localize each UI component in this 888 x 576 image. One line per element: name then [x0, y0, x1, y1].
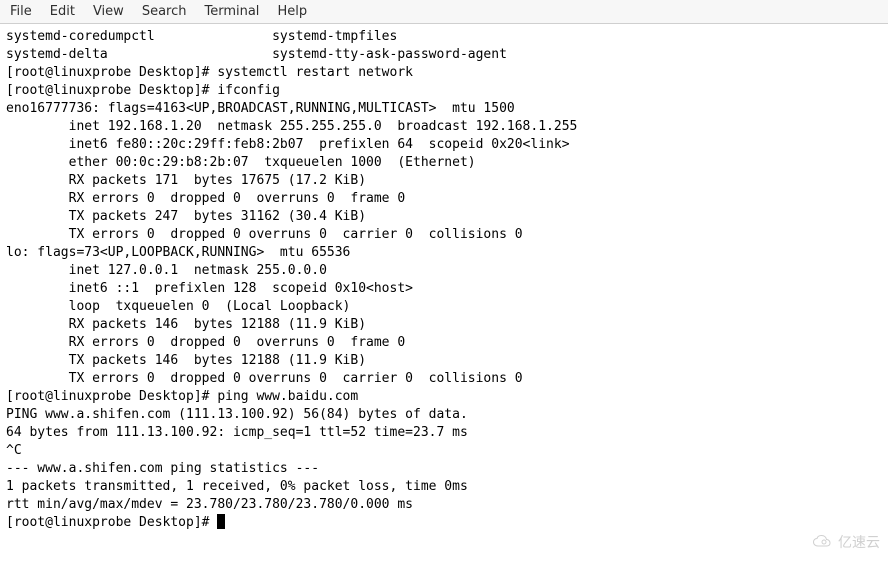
watermark-text: 亿速云 — [838, 532, 880, 552]
menu-help[interactable]: Help — [277, 4, 307, 19]
terminal-line: lo: flags=73<UP,LOOPBACK,RUNNING> mtu 65… — [6, 244, 882, 262]
menu-edit[interactable]: Edit — [50, 4, 75, 19]
terminal-line: ^C — [6, 442, 882, 460]
terminal-line: --- www.a.shifen.com ping statistics --- — [6, 460, 882, 478]
terminal-line: RX packets 171 bytes 17675 (17.2 KiB) — [6, 172, 882, 190]
terminal-line: loop txqueuelen 0 (Local Loopback) — [6, 298, 882, 316]
terminal-line: TX errors 0 dropped 0 overruns 0 carrier… — [6, 370, 882, 388]
terminal-line: ether 00:0c:29:b8:2b:07 txqueuelen 1000 … — [6, 154, 882, 172]
terminal-line: systemd-coredumpctl systemd-tmpfiles — [6, 28, 882, 46]
terminal-line: rtt min/avg/max/mdev = 23.780/23.780/23.… — [6, 496, 882, 514]
menu-terminal[interactable]: Terminal — [204, 4, 259, 19]
menu-file[interactable]: File — [10, 4, 32, 19]
terminal-line: TX packets 146 bytes 12188 (11.9 KiB) — [6, 352, 882, 370]
terminal-line: systemd-delta systemd-tty-ask-password-a… — [6, 46, 882, 64]
terminal-line: inet 127.0.0.1 netmask 255.0.0.0 — [6, 262, 882, 280]
terminal-line: RX errors 0 dropped 0 overruns 0 frame 0 — [6, 334, 882, 352]
menu-search[interactable]: Search — [142, 4, 187, 19]
terminal-line: eno16777736: flags=4163<UP,BROADCAST,RUN… — [6, 100, 882, 118]
terminal-line: 1 packets transmitted, 1 received, 0% pa… — [6, 478, 882, 496]
cloud-icon — [812, 535, 834, 549]
terminal-line: TX packets 247 bytes 31162 (30.4 KiB) — [6, 208, 882, 226]
terminal-cursor — [217, 514, 225, 529]
terminal-line: inet6 ::1 prefixlen 128 scopeid 0x10<hos… — [6, 280, 882, 298]
terminal-line: inet6 fe80::20c:29ff:feb8:2b07 prefixlen… — [6, 136, 882, 154]
terminal-line: PING www.a.shifen.com (111.13.100.92) 56… — [6, 406, 882, 424]
terminal-line: RX errors 0 dropped 0 overruns 0 frame 0 — [6, 190, 882, 208]
terminal-line: [root@linuxprobe Desktop]# systemctl res… — [6, 64, 882, 82]
terminal-line: RX packets 146 bytes 12188 (11.9 KiB) — [6, 316, 882, 334]
terminal-prompt: [root@linuxprobe Desktop]# — [6, 515, 217, 530]
watermark: 亿速云 — [812, 532, 880, 552]
terminal-line: [root@linuxprobe Desktop]# ifconfig — [6, 82, 882, 100]
terminal-output[interactable]: systemd-coredumpctl systemd-tmpfilessyst… — [0, 24, 888, 536]
terminal-prompt-line: [root@linuxprobe Desktop]# — [6, 514, 882, 532]
terminal-line: TX errors 0 dropped 0 overruns 0 carrier… — [6, 226, 882, 244]
terminal-line: inet 192.168.1.20 netmask 255.255.255.0 … — [6, 118, 882, 136]
terminal-line: 64 bytes from 111.13.100.92: icmp_seq=1 … — [6, 424, 882, 442]
terminal-line: [root@linuxprobe Desktop]# ping www.baid… — [6, 388, 882, 406]
menu-view[interactable]: View — [93, 4, 124, 19]
menubar: File Edit View Search Terminal Help — [0, 0, 888, 24]
